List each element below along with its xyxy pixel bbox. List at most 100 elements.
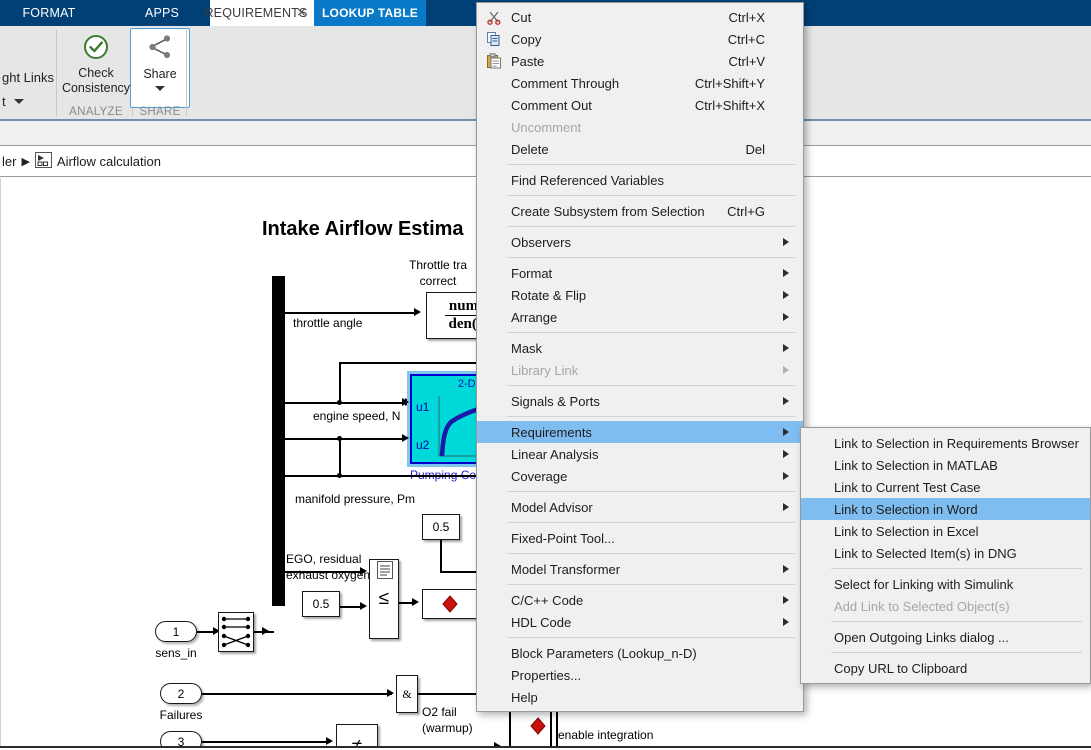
wire-arrow (402, 434, 409, 442)
menu-item-rotate-flip[interactable]: Rotate & Flip (477, 284, 803, 306)
menu-item-uncomment: Uncomment (477, 116, 803, 138)
chevron-right-icon (783, 618, 789, 626)
menu-item-coverage[interactable]: Coverage (477, 465, 803, 487)
menu-item-create-subsystem-accel: Ctrl+G (727, 203, 765, 219)
context-menu[interactable]: Cut Ctrl+X Copy Ctrl+C Paste Ctrl+V Comm… (476, 2, 804, 712)
requirement-link-block-2[interactable] (516, 706, 560, 746)
menu-item-model-transformer-label: Model Transformer (511, 561, 621, 577)
menu-item-comment-through[interactable]: Comment Through Ctrl+Shift+Y (477, 72, 803, 94)
menu-item-c-cpp-code-label: C/C++ Code (511, 592, 584, 608)
menu-item-copy[interactable]: Copy Ctrl+C (477, 28, 803, 50)
menu-item-linear-analysis[interactable]: Linear Analysis (477, 443, 803, 465)
wire-arrow (262, 627, 269, 635)
bitwise-operator-block[interactable]: & (396, 675, 418, 713)
menu-item-fixed-point-tool[interactable]: Fixed-Point Tool... (477, 527, 803, 549)
ribbon-separator-1 (56, 30, 57, 116)
menu-item-create-subsystem[interactable]: Create Subsystem from Selection Ctrl+G (477, 200, 803, 222)
submenu-item-link-dng[interactable]: Link to Selected Item(s) in DNG (801, 542, 1090, 564)
inport-1[interactable]: 1 (155, 621, 197, 642)
ribbon-group-share-label: SHARE (139, 106, 181, 118)
menu-item-requirements[interactable]: Requirements (477, 421, 803, 443)
menu-separator (507, 637, 795, 638)
submenu-item-open-outgoing-links[interactable]: Open Outgoing Links dialog ... (801, 626, 1090, 648)
menu-item-delete[interactable]: Delete Del (477, 138, 803, 160)
menu-item-paste[interactable]: Paste Ctrl+V (477, 50, 803, 72)
wire (202, 741, 330, 743)
menu-item-block-parameters[interactable]: Block Parameters (Lookup_n-D) (477, 642, 803, 664)
breadcrumb-parent[interactable]: ler (2, 154, 16, 169)
menu-item-help[interactable]: Help (477, 686, 803, 708)
menu-item-mask[interactable]: Mask (477, 337, 803, 359)
menu-item-uncomment-label: Uncomment (511, 119, 582, 135)
requirements-submenu[interactable]: Link to Selection in Requirements Browse… (800, 427, 1091, 684)
menu-item-block-parameters-label: Block Parameters (Lookup_n-D) (511, 645, 697, 661)
wire-arrow (412, 598, 419, 606)
tab-format-label: FORMAT (22, 6, 76, 20)
highlight-links-label[interactable]: ght Links (2, 70, 54, 85)
menu-item-model-transformer[interactable]: Model Transformer (477, 558, 803, 580)
submenu-item-link-word[interactable]: Link to Selection in Word (801, 498, 1090, 520)
submenu-item-link-test-case-label: Link to Current Test Case (834, 479, 981, 495)
submenu-item-link-requirements-browser[interactable]: Link to Selection in Requirements Browse… (801, 432, 1090, 454)
submenu-item-select-for-linking-label: Select for Linking with Simulink (834, 576, 1014, 592)
check-consistency-button[interactable]: Check Consistency (62, 32, 130, 96)
ribbon-group-share: Share SHARE (130, 26, 190, 121)
menu-item-model-advisor[interactable]: Model Advisor (477, 496, 803, 518)
menu-item-observers[interactable]: Observers (477, 231, 803, 253)
menu-item-properties[interactable]: Properties... (477, 664, 803, 686)
tab-requirements[interactable]: REQUIREMENTS ✕ (204, 0, 314, 26)
tab-format[interactable]: FORMAT (8, 0, 90, 26)
lookup-table-port-u1: u1 (416, 400, 430, 414)
submenu-separator (831, 652, 1082, 653)
menu-item-model-advisor-label: Model Advisor (511, 499, 593, 515)
menu-item-delete-label: Delete (511, 141, 549, 157)
submenu-item-select-for-linking[interactable]: Select for Linking with Simulink (801, 573, 1090, 595)
menu-separator (507, 522, 795, 523)
menu-item-delete-accel: Del (745, 141, 765, 157)
throttle-angle-label: throttle angle (293, 316, 363, 330)
visualize-dropdown-label[interactable]: t (2, 94, 25, 109)
copy-icon (486, 31, 502, 47)
submenu-item-link-matlab[interactable]: Link to Selection in MATLAB (801, 454, 1090, 476)
menu-separator (507, 164, 795, 165)
not-equal-block[interactable]: ≠ (336, 724, 378, 748)
bus-selector-block[interactable] (218, 612, 254, 652)
bitop-symbol: & (402, 686, 412, 701)
tab-lookup-table[interactable]: LOOKUP TABLE (314, 0, 426, 26)
menu-separator (507, 491, 795, 492)
menu-item-comment-out[interactable]: Comment Out Ctrl+Shift+X (477, 94, 803, 116)
constant-block-b[interactable]: 0.5 (302, 591, 340, 617)
menu-item-c-cpp-code[interactable]: C/C++ Code (477, 589, 803, 611)
canvas-left-border (0, 178, 1, 748)
menu-item-find-referenced-variables[interactable]: Find Referenced Variables (477, 169, 803, 191)
close-icon[interactable]: ✕ (296, 7, 307, 19)
menu-item-copy-label: Copy (511, 31, 542, 47)
submenu-item-copy-url[interactable]: Copy URL to Clipboard (801, 657, 1090, 679)
tab-apps[interactable]: APPS (128, 0, 196, 26)
tab-requirements-label: REQUIREMENTS (204, 6, 308, 20)
menu-item-signals-ports[interactable]: Signals & Ports (477, 390, 803, 412)
share-button[interactable]: Share (130, 28, 190, 108)
chevron-down-icon[interactable] (155, 86, 165, 91)
menu-item-cut[interactable]: Cut Ctrl+X (477, 6, 803, 28)
constant-block-a[interactable]: 0.5 (422, 514, 460, 540)
submenu-separator (831, 568, 1082, 569)
chevron-right-icon (783, 291, 789, 299)
menu-item-requirements-label: Requirements (511, 424, 592, 440)
submenu-item-link-dng-label: Link to Selected Item(s) in DNG (834, 545, 1017, 561)
simulink-window: FORMAT APPS REQUIREMENTS ✕ LOOKUP TABLE … (0, 0, 1091, 750)
bus-selector-bar[interactable] (272, 276, 285, 606)
submenu-item-link-test-case[interactable]: Link to Current Test Case (801, 476, 1090, 498)
menu-separator (507, 332, 795, 333)
menu-item-format[interactable]: Format (477, 262, 803, 284)
requirement-link-block-1[interactable] (422, 589, 478, 619)
chevron-right-icon (783, 366, 789, 374)
submenu-item-link-word-label: Link to Selection in Word (834, 501, 978, 517)
menu-item-arrange[interactable]: Arrange (477, 306, 803, 328)
menu-item-hdl-code[interactable]: HDL Code (477, 611, 803, 633)
menu-item-coverage-label: Coverage (511, 468, 568, 484)
ribbon-group-visualize-label: LIZE (0, 106, 2, 118)
menu-separator (507, 385, 795, 386)
submenu-item-link-excel[interactable]: Link to Selection in Excel (801, 520, 1090, 542)
inport-2[interactable]: 2 (160, 683, 202, 704)
